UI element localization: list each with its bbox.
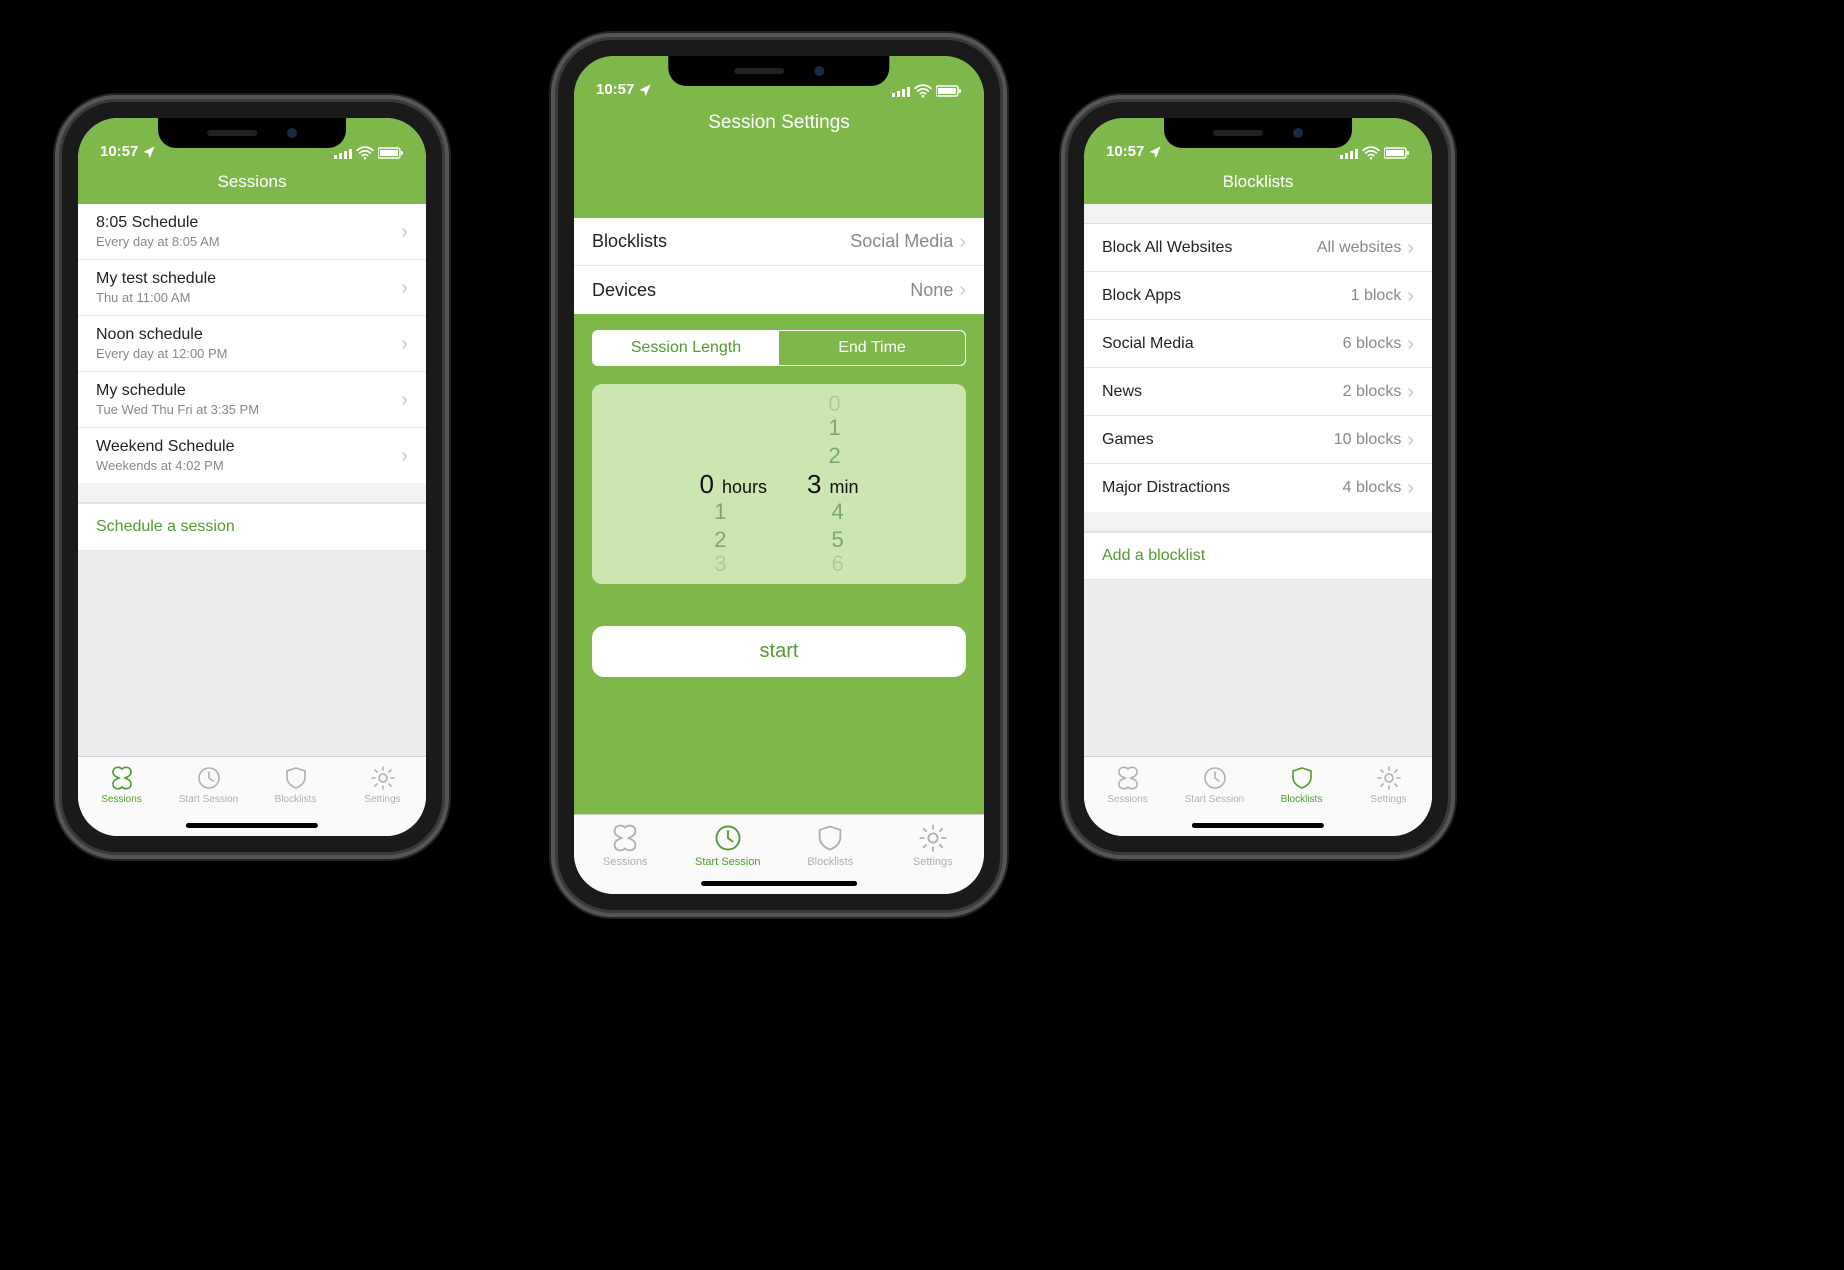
- chevron-right-icon: ›: [401, 278, 408, 298]
- signal-icon: [334, 147, 352, 159]
- picker-min-value: 3: [807, 469, 821, 500]
- blocklist-row[interactable]: Block All Websites All websites›: [1084, 224, 1432, 272]
- chevron-right-icon: ›: [401, 222, 408, 242]
- chevron-right-icon: ›: [1407, 238, 1414, 258]
- chevron-right-icon: ›: [1407, 430, 1414, 450]
- page-title: Session Settings: [574, 100, 984, 148]
- tab-start-session[interactable]: Start Session: [1171, 765, 1258, 805]
- notch: [668, 56, 889, 86]
- picker-hours-value: 0: [700, 469, 714, 500]
- session-row[interactable]: My scheduleTue Wed Thu Fri at 3:35 PM ›: [78, 372, 426, 428]
- session-row[interactable]: My test scheduleThu at 11:00 AM ›: [78, 260, 426, 316]
- blocklists-row[interactable]: Blocklists Social Media›: [574, 218, 984, 266]
- tab-blocklists[interactable]: Blocklists: [1258, 765, 1345, 805]
- chevron-right-icon: ›: [401, 446, 408, 466]
- chevron-right-icon: ›: [401, 390, 408, 410]
- location-icon: [142, 145, 156, 159]
- tab-sessions[interactable]: Sessions: [574, 823, 677, 868]
- status-time: 10:57: [1106, 143, 1144, 160]
- page-title: Sessions: [78, 162, 426, 204]
- tab-blocklists[interactable]: Blocklists: [252, 765, 339, 805]
- home-indicator[interactable]: [186, 823, 318, 828]
- session-row[interactable]: 8:05 ScheduleEvery day at 8:05 AM ›: [78, 204, 426, 260]
- start-button[interactable]: start: [592, 626, 966, 677]
- battery-icon: [378, 146, 404, 160]
- wifi-icon: [1362, 146, 1380, 160]
- segment-end-time[interactable]: End Time: [779, 331, 965, 365]
- battery-icon: [1384, 146, 1410, 160]
- location-icon: [638, 83, 652, 97]
- phone-sessions: 10:57 Sessions 8:05 ScheduleEvery day at…: [62, 102, 442, 852]
- home-indicator[interactable]: [701, 881, 857, 886]
- location-icon: [1148, 145, 1162, 159]
- tab-settings[interactable]: Settings: [339, 765, 426, 805]
- blocklist-row[interactable]: Block Apps 1 block›: [1084, 272, 1432, 320]
- blocklist-row[interactable]: Major Distractions 4 blocks›: [1084, 464, 1432, 512]
- devices-row[interactable]: Devices None›: [574, 266, 984, 314]
- tab-sessions[interactable]: Sessions: [1084, 765, 1171, 805]
- blocklist-row[interactable]: Social Media 6 blocks›: [1084, 320, 1432, 368]
- segment-session-length[interactable]: Session Length: [593, 331, 779, 365]
- blocklist-row[interactable]: News 2 blocks›: [1084, 368, 1432, 416]
- phone-blocklists: 10:57 Blocklists Block All Websites All …: [1068, 102, 1448, 852]
- chevron-right-icon: ›: [1407, 478, 1414, 498]
- phone-session-settings: 10:57 Session Settings Blocklists Social…: [558, 40, 1000, 910]
- status-time: 10:57: [100, 143, 138, 160]
- tab-blocklists[interactable]: Blocklists: [779, 823, 882, 868]
- blocklists-list: Block All Websites All websites› Block A…: [1084, 224, 1432, 512]
- tab-start-session[interactable]: Start Session: [677, 823, 780, 868]
- length-endtime-segmented: Session Length End Time: [592, 330, 966, 366]
- session-row[interactable]: Weekend ScheduleWeekends at 4:02 PM ›: [78, 428, 426, 483]
- tab-settings[interactable]: Settings: [882, 823, 985, 868]
- tab-start-session[interactable]: Start Session: [165, 765, 252, 805]
- blocklist-row[interactable]: Games 10 blocks›: [1084, 416, 1432, 464]
- duration-picker[interactable]: 0 1 2 0hours 3min 14 25 36: [592, 384, 966, 584]
- home-indicator[interactable]: [1192, 823, 1324, 828]
- notch: [158, 118, 346, 148]
- page-title: Blocklists: [1084, 162, 1432, 204]
- schedule-session-button[interactable]: Schedule a session: [78, 503, 426, 551]
- chevron-right-icon: ›: [1407, 286, 1414, 306]
- chevron-right-icon: ›: [959, 280, 966, 300]
- chevron-right-icon: ›: [1407, 334, 1414, 354]
- battery-icon: [936, 84, 962, 98]
- wifi-icon: [356, 146, 374, 160]
- status-time: 10:57: [596, 81, 634, 98]
- tab-sessions[interactable]: Sessions: [78, 765, 165, 805]
- notch: [1164, 118, 1352, 148]
- chevron-right-icon: ›: [959, 232, 966, 252]
- chevron-right-icon: ›: [401, 334, 408, 354]
- add-blocklist-button[interactable]: Add a blocklist: [1084, 532, 1432, 580]
- session-row[interactable]: Noon scheduleEvery day at 12:00 PM ›: [78, 316, 426, 372]
- wifi-icon: [914, 84, 932, 98]
- tab-settings[interactable]: Settings: [1345, 765, 1432, 805]
- signal-icon: [892, 85, 910, 97]
- chevron-right-icon: ›: [1407, 382, 1414, 402]
- sessions-list: 8:05 ScheduleEvery day at 8:05 AM › My t…: [78, 204, 426, 483]
- signal-icon: [1340, 147, 1358, 159]
